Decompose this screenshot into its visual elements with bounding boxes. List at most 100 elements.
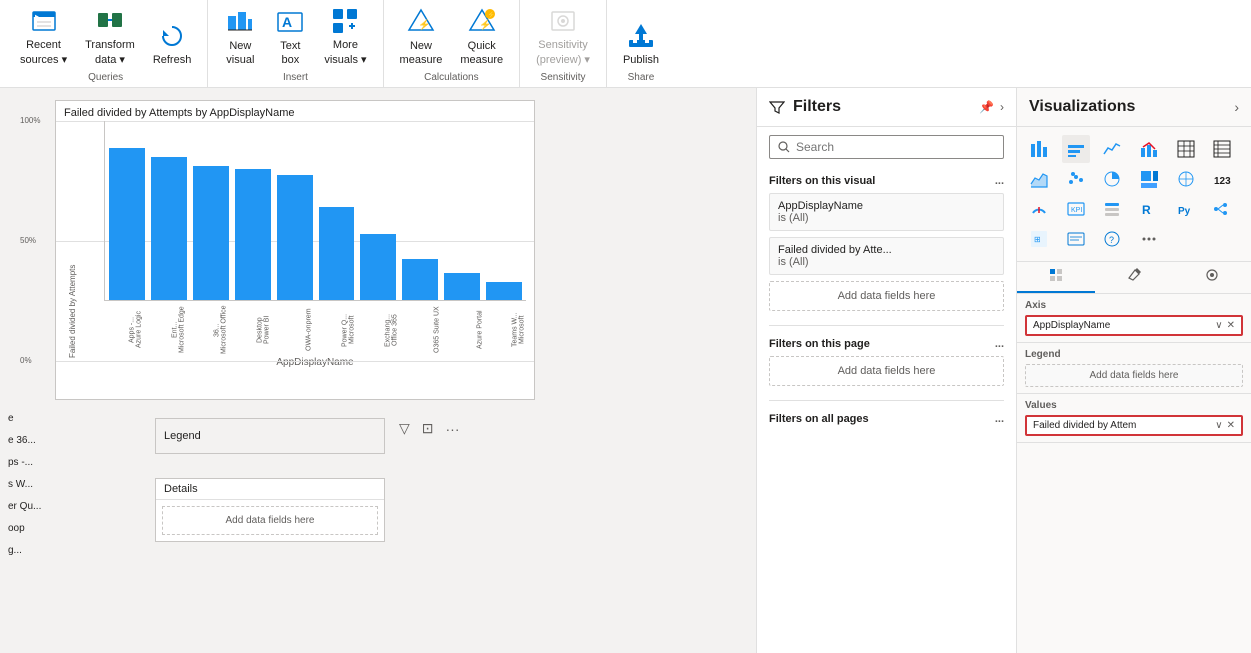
filters-expand-icon[interactable]: › [1000, 100, 1004, 114]
chart-bar[interactable] [277, 175, 313, 300]
viz-icon-gauge[interactable] [1025, 195, 1053, 223]
viz-icon-smart-narrative[interactable] [1062, 225, 1090, 253]
viz-icon-map[interactable] [1172, 165, 1200, 193]
x-label-item: Azure Portal [445, 305, 484, 355]
filters-this-page-dropzone[interactable]: Add data fields here [769, 356, 1004, 386]
toolbar: ▶ Recent sources ▾ Transform data ▾ [0, 0, 1251, 88]
recent-sources-label: Recent [26, 39, 61, 51]
publish-label: Publish [623, 54, 659, 66]
new-measure-button[interactable]: ⚡ New measure [392, 2, 451, 70]
transform-data-label: Transform [85, 39, 135, 51]
viz-icon-line-chart[interactable] [1098, 135, 1126, 163]
filters-all-pages-ellipsis[interactable]: ... [995, 413, 1004, 425]
viz-icon-combo-chart[interactable] [1135, 135, 1163, 163]
chart-bar[interactable] [486, 282, 522, 300]
viz-icon-bar-chart[interactable] [1062, 135, 1090, 163]
more-visuals-label2: visuals ▾ [324, 53, 366, 66]
values-chip-remove[interactable]: ✕ [1227, 420, 1235, 431]
legend-well-dropzone[interactable]: Add data fields here [1025, 364, 1243, 387]
viz-icon-treemap[interactable] [1135, 165, 1163, 193]
details-box: Details Add data fields here [155, 478, 385, 542]
legend-expand-button[interactable]: ⊡ [418, 418, 438, 439]
viz-icon-r-visual[interactable]: R [1135, 195, 1163, 223]
quick-measure-button[interactable]: ⚡ ⚡ Quick measure [452, 2, 511, 70]
filter-search-input[interactable] [796, 140, 995, 154]
chart-bar[interactable] [360, 234, 396, 300]
filters-divider-2 [769, 400, 1004, 401]
viz-icon-table[interactable] [1172, 135, 1200, 163]
axis-chip-value: AppDisplayName [1033, 320, 1110, 331]
viz-icon-key-influencers[interactable]: ⊞ [1025, 225, 1053, 253]
values-chip-chevron[interactable]: ∨ [1215, 420, 1222, 431]
text-box-label2: box [281, 54, 299, 66]
chart-bar[interactable] [109, 148, 145, 300]
values-well: Values Failed divided by Attem ∨ ✕ [1017, 394, 1251, 443]
filter-icon [769, 99, 785, 115]
left-label-item: e [8, 408, 41, 430]
viz-icon-card[interactable]: KPI [1062, 195, 1090, 223]
chart-bar[interactable] [235, 169, 271, 300]
search-icon [778, 141, 790, 153]
publish-button[interactable]: Publish [615, 16, 667, 70]
viz-icon-python[interactable]: Py [1172, 195, 1200, 223]
filter-card-name: AppDisplayName [778, 200, 995, 212]
refresh-button[interactable]: Refresh [145, 16, 200, 70]
chart-bar[interactable] [319, 207, 355, 300]
viz-icon-more[interactable] [1135, 225, 1163, 253]
filters-this-visual-dropzone[interactable]: Add data fields here [769, 281, 1004, 311]
chart-bar[interactable] [151, 157, 187, 300]
viz-tab-format[interactable] [1095, 262, 1173, 293]
filter-card-failed-divided[interactable]: Failed divided by Atte... is (All) [769, 237, 1004, 275]
recent-sources-button[interactable]: ▶ Recent sources ▾ [12, 1, 75, 70]
details-dropzone[interactable]: Add data fields here [162, 506, 378, 535]
filters-scroll-area: Filters on this visual ... AppDisplayNam… [757, 167, 1016, 653]
values-chip[interactable]: Failed divided by Attem ∨ ✕ [1025, 415, 1243, 436]
axis-chip-remove[interactable]: ✕ [1227, 320, 1235, 331]
new-visual-icon [226, 8, 254, 36]
filters-title: Filters [793, 98, 971, 116]
viz-tab-fields[interactable] [1017, 262, 1095, 293]
viz-icon-decomp-tree[interactable] [1208, 195, 1236, 223]
filters-divider-1 [769, 325, 1004, 326]
svg-text:123: 123 [1214, 176, 1231, 187]
left-label-item: er Qu... [8, 496, 41, 518]
filter-card-appdisplayname[interactable]: AppDisplayName is (All) [769, 193, 1004, 231]
chart-bar[interactable] [193, 166, 229, 300]
filters-this-page-ellipsis[interactable]: ... [995, 338, 1004, 350]
legend-toolbar: ▽ ⊡ ··· [395, 418, 464, 439]
viz-icon-slicer[interactable] [1098, 195, 1126, 223]
viz-icon-pie[interactable] [1098, 165, 1126, 193]
text-box-button[interactable]: A Text box [266, 2, 314, 70]
svg-text:A: A [282, 14, 292, 30]
chart-bar[interactable] [444, 273, 480, 300]
viz-tab-analytics[interactable] [1173, 262, 1251, 293]
axis-chip[interactable]: AppDisplayName ∨ ✕ [1025, 315, 1243, 336]
filters-pin-icon[interactable]: 📌 [979, 100, 994, 114]
viz-icon-area-chart[interactable] [1025, 165, 1053, 193]
sensitivity-button[interactable]: Sensitivity (preview) ▾ [528, 1, 598, 70]
viz-icon-numeric[interactable]: 123 [1208, 165, 1236, 193]
more-visuals-label: More [333, 39, 358, 51]
axis-chip-chevron[interactable]: ∨ [1215, 320, 1222, 331]
viz-icon-stacked-bar[interactable] [1025, 135, 1053, 163]
viz-icon-scatter[interactable] [1062, 165, 1090, 193]
quick-measure-label2: measure [460, 54, 503, 66]
new-visual-button[interactable]: New visual [216, 2, 264, 70]
filters-this-visual-ellipsis[interactable]: ... [995, 175, 1004, 187]
axis-well-label: Axis [1025, 300, 1243, 311]
svg-text:▶: ▶ [35, 14, 39, 20]
chart-bar[interactable] [402, 259, 438, 300]
transform-data-button[interactable]: Transform data ▾ [77, 1, 143, 70]
sensitivity-group-label: Sensitivity [541, 72, 586, 83]
legend-filter-button[interactable]: ▽ [395, 418, 414, 439]
svg-text:?: ? [1109, 235, 1114, 245]
refresh-label: Refresh [153, 54, 192, 66]
viz-icon-qa[interactable]: ? [1098, 225, 1126, 253]
x-label-item: Microsoft Power Q... [317, 305, 356, 355]
legend-more-button[interactable]: ··· [442, 418, 464, 439]
toolbar-group-insert: New visual A Text box [208, 0, 383, 87]
queries-group-label: Queries [88, 72, 123, 83]
viz-icon-matrix[interactable] [1208, 135, 1236, 163]
more-visuals-button[interactable]: More visuals ▾ [316, 1, 374, 70]
viz-expand-icon[interactable]: › [1234, 99, 1239, 115]
